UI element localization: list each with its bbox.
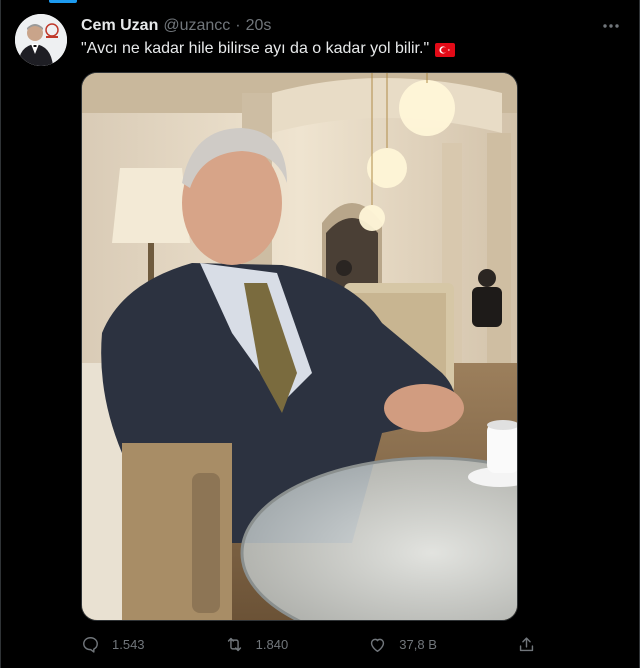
reply-icon: [83, 636, 98, 653]
tweet-header: Cem Uzan @uzancc · 20s: [81, 15, 599, 37]
active-indicator: [49, 0, 77, 3]
retweet-icon: [227, 637, 241, 651]
author-handle[interactable]: @uzancc: [163, 15, 230, 37]
author-name[interactable]: Cem Uzan: [81, 15, 158, 37]
heart-icon: [371, 638, 385, 652]
share-icon: [519, 636, 534, 651]
retweet-button[interactable]: 1.840: [225, 635, 289, 654]
avatar[interactable]: [15, 14, 67, 66]
timestamp[interactable]: 20s: [246, 15, 272, 37]
more-options-icon[interactable]: [599, 14, 623, 38]
tweet-text-content: "Avcı ne kadar hile bilirse ayı da o kad…: [81, 40, 430, 57]
tweet-text: "Avcı ne kadar hile bilirse ayı da o kad…: [81, 38, 619, 60]
turkish-flag-icon: [435, 42, 456, 57]
like-button[interactable]: 37,8 B: [368, 635, 437, 654]
tweet-card[interactable]: Cem Uzan @uzancc · 20s "Avcı ne kadar hi…: [0, 0, 640, 668]
retweet-count: 1.840: [255, 636, 289, 652]
reply-button[interactable]: 1.543: [81, 635, 145, 654]
tweet-photo[interactable]: [81, 72, 518, 621]
tweet-actions: 1.543 1.840 37,8 B: [81, 632, 536, 656]
reply-count: 1.543: [112, 636, 145, 652]
share-button[interactable]: [517, 635, 536, 654]
like-count: 37,8 B: [399, 636, 437, 652]
separator: ·: [235, 17, 241, 34]
